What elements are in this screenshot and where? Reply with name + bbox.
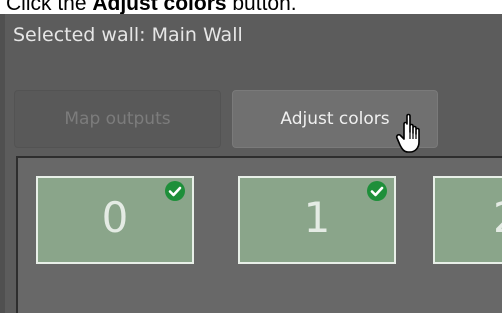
output-tile-label: 2 (493, 194, 502, 242)
wall-panel: Selected wall: Main Wall Map outputs Adj… (0, 14, 502, 313)
instruction-target: Adjust colors (92, 0, 227, 15)
output-tile-2[interactable]: 2 (433, 176, 502, 264)
wall-panel-body: Selected wall: Main Wall Map outputs Adj… (5, 14, 502, 313)
map-outputs-button[interactable]: Map outputs (14, 90, 221, 148)
panel-title: Selected wall: Main Wall (13, 24, 243, 46)
instruction-suffix: button. (226, 0, 297, 15)
output-tile-0[interactable]: 0 (36, 176, 194, 264)
instruction-prefix: Click the (6, 0, 93, 15)
check-circle-icon (367, 181, 387, 201)
outputs-canvas: 0 1 2 (16, 156, 502, 313)
output-tile-1[interactable]: 1 (238, 176, 396, 264)
hand-pointer-icon (395, 113, 420, 153)
screenshot-root: Click the Adjust colors button. Selected… (0, 0, 502, 313)
check-circle-icon (165, 181, 185, 201)
